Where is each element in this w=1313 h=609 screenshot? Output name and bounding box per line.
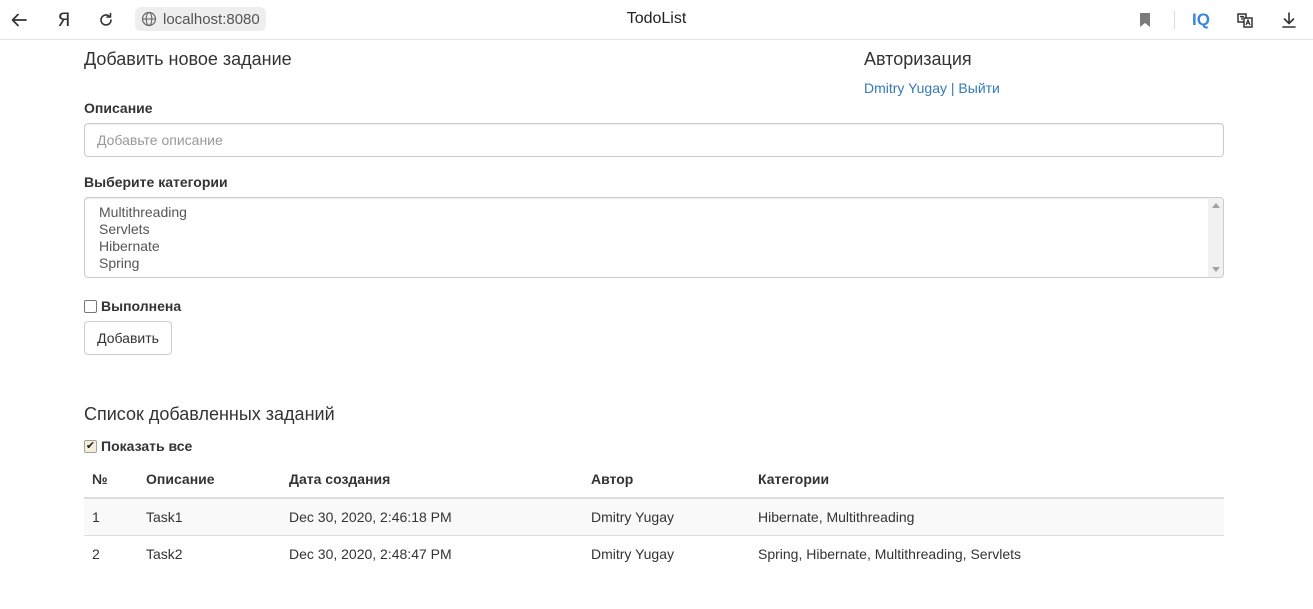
table-row: 2 Task2 Dec 30, 2020, 2:48:47 PM Dmitry … — [84, 534, 1224, 572]
done-checkbox-row[interactable]: Выполнена — [84, 298, 181, 314]
tasks-table: № Описание Дата создания Автор Категории… — [84, 461, 1224, 572]
cell-created: Dec 30, 2020, 2:46:18 PM — [281, 497, 583, 535]
cell-created: Dec 30, 2020, 2:48:47 PM — [281, 534, 583, 572]
toolbar-divider — [1174, 11, 1175, 29]
done-checkbox[interactable] — [84, 299, 97, 313]
table-row: 1 Task1 Dec 30, 2020, 2:46:18 PM Dmitry … — [84, 497, 1224, 535]
cell-author: Dmitry Yugay — [583, 534, 750, 572]
download-icon[interactable] — [1277, 8, 1301, 32]
task-list-heading: Список добавленных заданий — [84, 404, 335, 424]
category-option[interactable]: Multithreading — [99, 204, 187, 221]
category-option[interactable]: Hibernate — [99, 238, 160, 255]
scroll-up-arrow-icon[interactable] — [1212, 203, 1220, 208]
scroll-down-arrow-icon[interactable] — [1212, 267, 1220, 272]
cell-author: Dmitry Yugay — [583, 497, 750, 535]
column-header-categories: Категории — [750, 461, 1224, 499]
globe-icon — [141, 11, 157, 27]
add-task-heading: Добавить новое задание — [84, 49, 292, 69]
auth-heading: Авторизация — [864, 49, 972, 69]
address-bar[interactable]: localhost:8080 — [135, 7, 266, 31]
description-label: Описание — [84, 100, 153, 116]
column-header-number: № — [84, 461, 138, 499]
show-all-checkbox[interactable]: ✔ — [84, 439, 97, 453]
categories-scrollbar[interactable] — [1208, 198, 1223, 277]
back-arrow-icon[interactable] — [7, 8, 31, 32]
cell-categories: Hibernate, Multithreading — [750, 497, 1224, 535]
logout-link[interactable]: Выйти — [958, 80, 999, 96]
description-input[interactable] — [84, 123, 1224, 157]
column-header-author: Автор — [583, 461, 750, 499]
yandex-logo-icon[interactable]: Я — [52, 8, 76, 32]
cell-description: Task1 — [138, 497, 281, 535]
done-label: Выполнена — [101, 298, 182, 314]
address-text: localhost:8080 — [163, 10, 260, 28]
cell-number: 1 — [84, 497, 138, 535]
show-all-label: Показать все — [101, 438, 193, 454]
auth-user-line: Dmitry Yugay | Выйти — [864, 80, 1000, 96]
translate-icon[interactable] — [1233, 8, 1257, 32]
table-header-row: № Описание Дата создания Автор Категории — [84, 461, 1224, 499]
browser-toolbar: Я localhost:8080 TodoList IQ — [0, 0, 1313, 40]
cell-description: Task2 — [138, 534, 281, 572]
category-option[interactable]: Servlets — [99, 221, 150, 238]
bookmark-icon[interactable] — [1133, 8, 1157, 32]
column-header-created: Дата создания — [281, 461, 583, 499]
cell-number: 2 — [84, 534, 138, 572]
category-option[interactable]: Spring — [99, 255, 139, 272]
auth-separator: | — [947, 80, 959, 96]
cell-categories: Spring, Hibernate, Multithreading, Servl… — [750, 534, 1224, 572]
categories-label: Выберите категории — [84, 174, 228, 190]
categories-multiselect[interactable]: Multithreading Servlets Hibernate Spring — [84, 197, 1224, 278]
column-header-description: Описание — [138, 461, 281, 499]
show-all-checkbox-row[interactable]: ✔ Показать все — [84, 438, 192, 454]
iq-extension-icon[interactable]: IQ — [1187, 8, 1215, 32]
add-task-button[interactable]: Добавить — [84, 321, 172, 355]
reload-icon[interactable] — [94, 8, 118, 32]
user-name-link[interactable]: Dmitry Yugay — [864, 80, 947, 96]
